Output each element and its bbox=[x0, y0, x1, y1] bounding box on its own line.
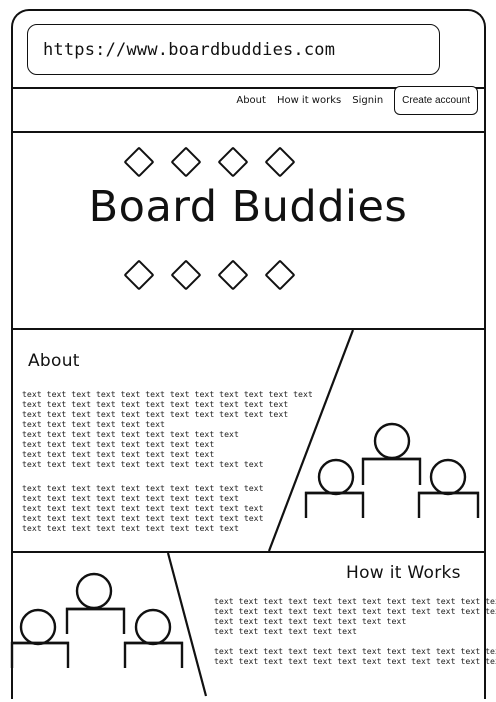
diagonal-divider bbox=[267, 329, 355, 552]
people-illustration-icon bbox=[304, 422, 480, 518]
people-illustration-icon bbox=[10, 572, 184, 668]
sketch-overlay bbox=[10, 329, 480, 697]
diagonal-divider bbox=[166, 552, 208, 697]
